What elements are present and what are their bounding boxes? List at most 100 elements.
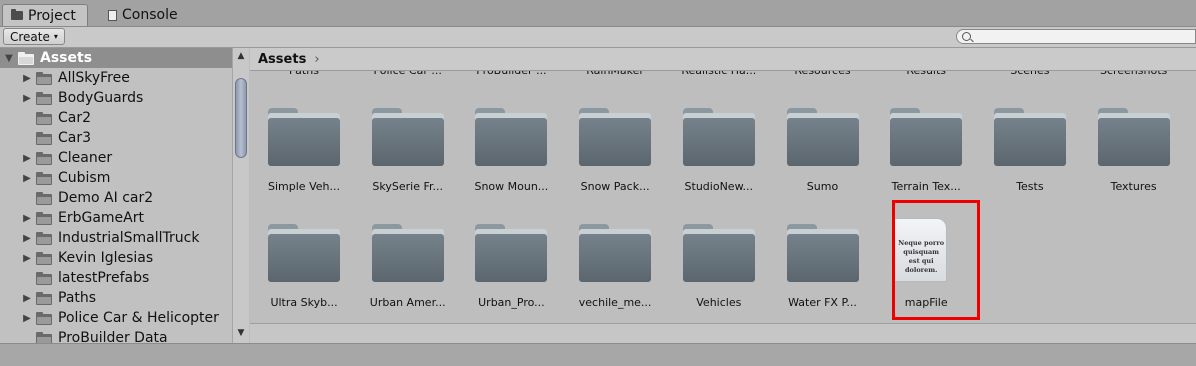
highlight-box xyxy=(892,200,980,320)
tree-item-label: ErbGameArt xyxy=(58,210,144,226)
asset-label[interactable]: Police Car ... xyxy=(358,71,458,77)
expand-right-icon[interactable]: ▶ xyxy=(22,73,32,84)
asset-label: Snow Moun... xyxy=(474,180,549,193)
tree-item-label: Assets xyxy=(40,50,93,66)
scroll-down-arrow-icon[interactable]: ▼ xyxy=(234,326,248,340)
asset-folder[interactable]: Sumo xyxy=(773,108,873,218)
search-icon xyxy=(962,32,971,41)
asset-folder[interactable]: Urban_Pro... xyxy=(461,224,561,321)
asset-folder[interactable]: Urban Amer... xyxy=(358,224,458,321)
tab-console[interactable]: Console xyxy=(100,4,210,26)
tree-item[interactable]: latestPrefabs xyxy=(0,268,232,288)
expand-right-icon[interactable]: ▶ xyxy=(22,233,32,244)
folder-icon xyxy=(371,224,444,284)
tab-project-label: Project xyxy=(28,7,76,24)
asset-folder[interactable]: StudioNew... xyxy=(669,108,769,218)
tree-item[interactable]: ▶ Police Car & Helicopter xyxy=(0,308,232,328)
tab-project[interactable]: Project xyxy=(2,4,88,26)
tree-item[interactable]: ▶ Cleaner xyxy=(0,148,232,168)
folder-icon xyxy=(36,71,52,85)
search-input[interactable] xyxy=(975,30,1175,43)
tree-item-label: BodyGuards xyxy=(58,90,144,106)
asset-label: Textures xyxy=(1110,180,1157,193)
asset-label: Snow Pack... xyxy=(580,180,650,193)
tree-item[interactable]: ▶ ErbGameArt xyxy=(0,208,232,228)
folder-icon xyxy=(36,131,52,145)
expand-right-icon[interactable]: ▶ xyxy=(22,293,32,304)
tree-item[interactable]: Car2 xyxy=(0,108,232,128)
folder-icon xyxy=(36,331,52,343)
folder-icon xyxy=(579,224,652,284)
tree-scrollbar[interactable]: ▲ ▼ xyxy=(232,48,249,343)
create-button-label: Create xyxy=(10,29,50,44)
asset-label: Tests xyxy=(1016,180,1044,193)
asset-label: StudioNew... xyxy=(684,180,754,193)
asset-folder[interactable]: SkySerie Fr... xyxy=(358,108,458,218)
dropdown-arrow-icon: ▾ xyxy=(53,32,58,41)
folder-icon xyxy=(18,51,34,65)
tree-item-label: Car2 xyxy=(58,110,92,126)
project-toolbar: Create ▾ xyxy=(0,27,1196,48)
tree-item[interactable]: ▶ IndustrialSmallTruck xyxy=(0,228,232,248)
folder-icon xyxy=(36,171,52,185)
tree-item[interactable]: ▶ Cubism xyxy=(0,168,232,188)
asset-folder[interactable]: Ultra Skyb... xyxy=(254,224,354,321)
scrollbar-thumb[interactable] xyxy=(235,78,247,158)
breadcrumb-assets[interactable]: Assets xyxy=(258,52,306,67)
folder-icon xyxy=(682,108,755,168)
folder-icon xyxy=(36,231,52,245)
expand-right-icon[interactable]: ▶ xyxy=(22,253,32,264)
expand-right-icon[interactable]: ▶ xyxy=(22,313,32,324)
tree-item[interactable]: ▼ Assets xyxy=(0,48,232,68)
tree-item[interactable]: Car3 xyxy=(0,128,232,148)
tree-item[interactable]: ▶ AllSkyFree xyxy=(0,68,232,88)
asset-label[interactable]: Scenes xyxy=(980,71,1080,77)
folder-icon xyxy=(36,211,52,225)
asset-label: Sumo xyxy=(806,180,839,193)
asset-label: Simple Veh... xyxy=(268,180,340,193)
asset-label: Ultra Skyb... xyxy=(270,296,338,309)
expand-right-icon[interactable]: ▶ xyxy=(22,173,32,184)
asset-folder[interactable]: Snow Moun... xyxy=(461,108,561,218)
asset-label: Water FX P... xyxy=(788,296,857,309)
folder-icon xyxy=(36,191,52,205)
asset-label[interactable]: ProBuilder ... xyxy=(461,71,561,77)
folder-icon xyxy=(36,111,52,125)
tree-item[interactable]: ▶ Paths xyxy=(0,288,232,308)
tree-item[interactable]: ▶ BodyGuards xyxy=(0,88,232,108)
asset-folder[interactable]: Water FX P... xyxy=(773,224,873,321)
asset-label[interactable]: Resources xyxy=(773,71,873,77)
folder-icon xyxy=(475,224,548,284)
asset-label[interactable]: Results xyxy=(876,71,976,77)
create-button[interactable]: Create ▾ xyxy=(3,28,65,45)
asset-folder[interactable]: Vehicles xyxy=(669,224,769,321)
expand-down-icon[interactable]: ▼ xyxy=(4,53,14,64)
asset-folder[interactable]: Textures xyxy=(1084,108,1184,218)
asset-folder[interactable]: Snow Pack... xyxy=(565,108,665,218)
scroll-up-arrow-icon[interactable]: ▲ xyxy=(234,49,248,63)
folder-icon xyxy=(579,108,652,168)
folder-icon xyxy=(11,9,23,20)
tree-item[interactable]: ProBuilder Data xyxy=(0,328,232,343)
tree-item-label: Cleaner xyxy=(58,150,113,166)
asset-label: vechile_me... xyxy=(578,296,652,309)
expand-right-icon[interactable]: ▶ xyxy=(22,93,32,104)
expand-right-icon[interactable]: ▶ xyxy=(22,153,32,164)
asset-label[interactable]: RainMaker xyxy=(565,71,665,77)
tree-item[interactable]: ▶ Kevin Iglesias xyxy=(0,248,232,268)
asset-label[interactable]: Paths xyxy=(254,71,354,77)
asset-label[interactable]: Realistic Ha... xyxy=(669,71,769,77)
tree-item-label: AllSkyFree xyxy=(58,70,130,86)
expand-right-icon[interactable]: ▶ xyxy=(22,213,32,224)
asset-folder[interactable]: Tests xyxy=(980,108,1080,218)
asset-folder[interactable]: Simple Veh... xyxy=(254,108,354,218)
search-box[interactable] xyxy=(956,29,1196,44)
asset-label: Urban Amer... xyxy=(369,296,446,309)
asset-folder[interactable]: vechile_me... xyxy=(565,224,665,321)
asset-label[interactable]: Screenshots xyxy=(1084,71,1184,77)
breadcrumb-chevron-icon: › xyxy=(314,51,320,67)
tree-item-label: Police Car & Helicopter xyxy=(58,310,219,326)
tree-item[interactable]: Demo AI car2 xyxy=(0,188,232,208)
folder-tree: ▼ Assets ▶ AllSkyFree ▶ BodyGuards Car2 Car3 ▶ Cl… xyxy=(0,48,232,343)
tree-item-label: Cubism xyxy=(58,170,111,186)
